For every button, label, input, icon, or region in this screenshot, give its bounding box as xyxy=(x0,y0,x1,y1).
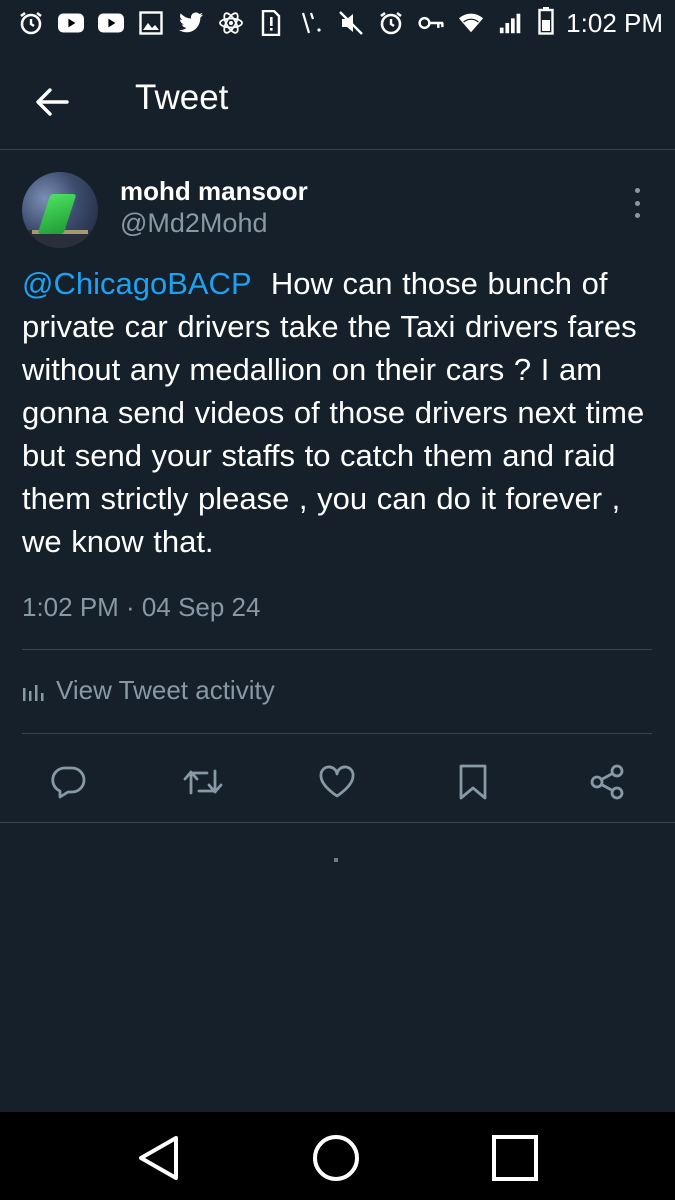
square-recents-icon xyxy=(492,1135,538,1181)
status-bar: 1:02 PM xyxy=(0,0,675,46)
alarm-icon xyxy=(18,10,44,36)
divider xyxy=(22,733,652,734)
analytics-icon xyxy=(23,684,44,701)
author-handle[interactable]: @Md2Mohd xyxy=(120,208,267,239)
share-icon xyxy=(590,764,624,800)
react-icon xyxy=(218,10,244,36)
back-button[interactable] xyxy=(30,80,74,124)
wifi-icon xyxy=(458,10,484,36)
view-tweet-activity-link[interactable]: View Tweet activity xyxy=(22,675,275,706)
mention-link[interactable]: @ChicagoBACP xyxy=(22,266,252,301)
retweet-button[interactable] xyxy=(181,760,225,804)
app-bar: Tweet xyxy=(0,46,675,150)
author-name[interactable]: mohd mansoor xyxy=(120,176,308,207)
youtube-icon xyxy=(98,10,124,36)
divider xyxy=(0,822,675,823)
sim-alert-icon xyxy=(258,10,284,36)
divider xyxy=(22,649,652,650)
avatar[interactable] xyxy=(22,172,98,248)
battery-icon xyxy=(538,6,554,40)
cell-signal-icon xyxy=(498,10,524,36)
circle-home-icon xyxy=(313,1135,359,1181)
bookmark-button[interactable] xyxy=(451,760,495,804)
tweet-timestamp: 1:02 PM · 04 Sep 24 xyxy=(22,592,261,622)
nav-back-button[interactable] xyxy=(132,1132,184,1184)
tweet-body: How can those bunch of private car drive… xyxy=(22,266,645,559)
system-navigation-bar xyxy=(0,1112,675,1200)
twitter-icon xyxy=(178,10,204,36)
like-button[interactable] xyxy=(315,760,359,804)
triangle-back-icon xyxy=(139,1136,178,1180)
loading-indicator xyxy=(334,858,338,862)
arrow-left-icon xyxy=(36,88,69,116)
retweet-icon xyxy=(183,769,223,795)
activity-label: View Tweet activity xyxy=(56,675,275,705)
alarm-icon xyxy=(378,10,404,36)
mute-icon xyxy=(338,10,364,36)
status-time: 1:02 PM xyxy=(566,7,663,38)
signal-tick-icon xyxy=(298,10,324,36)
nav-recents-button[interactable] xyxy=(489,1132,541,1184)
gallery-icon xyxy=(138,10,164,36)
reply-icon xyxy=(51,766,86,799)
reply-button[interactable] xyxy=(46,760,90,804)
like-icon xyxy=(319,765,355,798)
nav-home-button[interactable] xyxy=(310,1132,362,1184)
page-title: Tweet xyxy=(135,78,229,117)
notification-icons xyxy=(18,10,538,36)
share-button[interactable] xyxy=(585,760,629,804)
tweet-actions xyxy=(0,740,675,822)
bookmark-icon xyxy=(459,764,487,800)
key-icon xyxy=(418,10,444,36)
more-options-button[interactable] xyxy=(624,188,650,218)
youtube-icon xyxy=(58,10,84,36)
tweet-text: @ChicagoBACP How can those bunch of priv… xyxy=(22,262,652,563)
more-vertical-icon xyxy=(634,188,640,193)
